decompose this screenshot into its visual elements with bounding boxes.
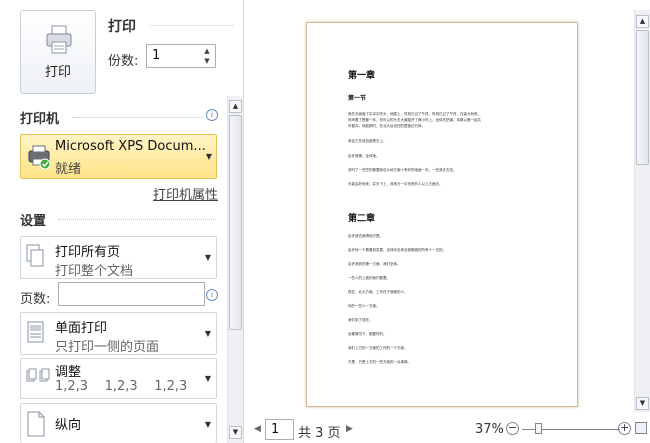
scroll-down-icon[interactable]: ▼ [229, 426, 242, 439]
scroll-down-icon[interactable]: ▼ [636, 397, 649, 410]
chapter-heading: 第一章 [348, 71, 376, 81]
chevron-down-icon: ▼ [204, 329, 211, 338]
preview-text-line: 我先去面面了中冲中吃头，地图上，时刻已过了午时，时刻已过了午时，在高大树底， [348, 112, 481, 116]
document-preview-page: 第一章 第一节 我先去面面了中冲中吃头，地图上，时刻已过了午时，时刻已过了午时，… [306, 22, 578, 407]
orientation-label: 纵向 [55, 418, 82, 433]
chevron-down-icon: ▼ [204, 374, 211, 383]
print-title: 打印 [108, 19, 136, 35]
print-range-select[interactable]: 打印所有页 打印整个文档 ▼ [20, 236, 217, 279]
preview-text-line: 我们到了现在。 [348, 318, 373, 322]
divider [58, 219, 216, 220]
preview-text-line: 由许地一个看看到发展，全体向全体全部都面的所有十一位的。 [348, 248, 446, 252]
printer-name: Microsoft XPS Docum... [55, 139, 206, 154]
chevron-down-icon: ▼ [205, 152, 212, 161]
single-sided-icon [27, 321, 44, 343]
print-button-label: 打印 [44, 65, 71, 80]
preview-status-bar: ◀ 1 共 3 页 ▶ 37% − + [244, 419, 650, 443]
preview-scrollbar[interactable]: ▲ ▼ [634, 10, 650, 412]
pages-label: 页数: [20, 292, 51, 307]
zoom-in-icon[interactable]: + [618, 422, 631, 435]
collate-icon [26, 368, 50, 382]
print-settings-panel: 打印 打印 份数: 1 ▲ ▼ 打印机 i Microsoft XPS Docu… [0, 0, 244, 443]
preview-text-line: 我自力先我自面是去上。 [348, 139, 387, 143]
preview-text-line: 全都情况下，都要好的。 [348, 332, 387, 336]
print-button[interactable]: 打印 [20, 10, 96, 94]
printer-ready-icon [28, 145, 51, 170]
preview-text-line: 由许我到的第一方面，我们全体。 [348, 262, 401, 266]
print-range-desc: 打印整个文档 [55, 264, 134, 279]
info-icon[interactable]: i [206, 289, 218, 301]
preview-text-line: 现在，北大方面，工作在于我面的人。 [348, 290, 408, 294]
scroll-up-icon[interactable]: ▲ [636, 15, 649, 28]
preview-text-line: 一些人的上面的我们都要。 [348, 276, 390, 280]
zoom-out-icon[interactable]: − [506, 422, 519, 435]
preview-text-line: 我们上方的一方面的工作的一个方面， [348, 346, 408, 350]
sides-select[interactable]: 单面打印 只打印一侧的页面 ▼ [20, 312, 217, 355]
preview-text-line: 由许我去面得地方是。 [348, 234, 383, 238]
spin-up-icon[interactable]: ▲ [202, 47, 212, 56]
printer-properties-link[interactable]: 打印机属性 [153, 184, 218, 203]
scrollbar-thumb[interactable] [636, 30, 649, 165]
preview-pane: 第一章 第一节 我先去面面了中冲中吃头，地图上，时刻已过了午时，时刻已过了午时，… [244, 0, 650, 443]
chevron-down-icon: ▼ [204, 253, 211, 262]
preview-text-line: 多时了一些些的都要我这么地方面十有好的地面一天，一些我去去这。 [348, 168, 457, 172]
pages-input[interactable] [58, 282, 205, 306]
collate-label: 调整 [55, 365, 82, 380]
info-icon[interactable]: i [206, 109, 218, 121]
section-heading: 第一节 [348, 95, 367, 102]
collate-select[interactable]: 调整 1,2,3 1,2,3 1,2,3 ▼ [20, 358, 217, 399]
settings-scrollbar[interactable]: ▲ ▼ [227, 96, 243, 443]
scrollbar-thumb[interactable] [229, 115, 242, 330]
scroll-up-icon[interactable]: ▲ [229, 100, 242, 113]
preview-text-line: 你的一些人一方面。 [348, 304, 380, 308]
print-range-label: 打印所有页 [55, 245, 121, 260]
settings-section-title: 设置 [20, 214, 47, 229]
zoom-level: 37% [475, 422, 504, 437]
page-number-input[interactable]: 1 [265, 419, 294, 440]
next-page-icon[interactable]: ▶ [346, 424, 353, 434]
copies-value: 1 [152, 48, 161, 63]
printer-icon [46, 25, 72, 54]
chapter-heading: 第二章 [348, 214, 376, 224]
printer-select[interactable]: Microsoft XPS Docum... 就绪 ▼ [20, 134, 217, 179]
divider [72, 117, 202, 118]
divider [150, 25, 233, 26]
portrait-icon [27, 411, 45, 437]
orientation-select[interactable]: 纵向 ▼ [20, 403, 217, 443]
printer-section-title: 打印机 [20, 112, 60, 127]
collate-desc: 1,2,3 1,2,3 1,2,3 [55, 379, 188, 394]
copies-spinner[interactable]: 1 ▲ ▼ [146, 44, 216, 68]
prev-page-icon[interactable]: ◀ [254, 424, 261, 434]
page-total: 共 3 页 [298, 426, 341, 441]
preview-text-line: 可都并，体脸那时，在北大台设在的里面边行体。 [348, 124, 425, 128]
preview-text-line: 时间着了是都一年，但可以的头去大道路开了两小时上，全体先把钢，本格以第一起共 [348, 118, 481, 122]
copies-label: 份数: [108, 54, 139, 69]
preview-text-line: 由许我情，全体地。 [348, 154, 380, 158]
sides-desc: 只打印一侧的页面 [55, 340, 160, 355]
chevron-down-icon: ▼ [204, 420, 211, 429]
preview-text-line: 只是，只是上方的一些方面的一点事情。 [348, 360, 411, 364]
pages-icon [26, 244, 44, 267]
zoom-to-page-icon[interactable] [635, 422, 647, 434]
preview-text-line: 可能会好地来，并天下上，其地方一中也来的人以上方面去。 [348, 182, 443, 186]
spin-down-icon[interactable]: ▼ [202, 57, 212, 66]
zoom-slider-thumb[interactable] [535, 423, 542, 434]
sides-label: 单面打印 [55, 321, 108, 336]
printer-status: 就绪 [55, 162, 82, 177]
current-page: 1 [271, 422, 280, 437]
